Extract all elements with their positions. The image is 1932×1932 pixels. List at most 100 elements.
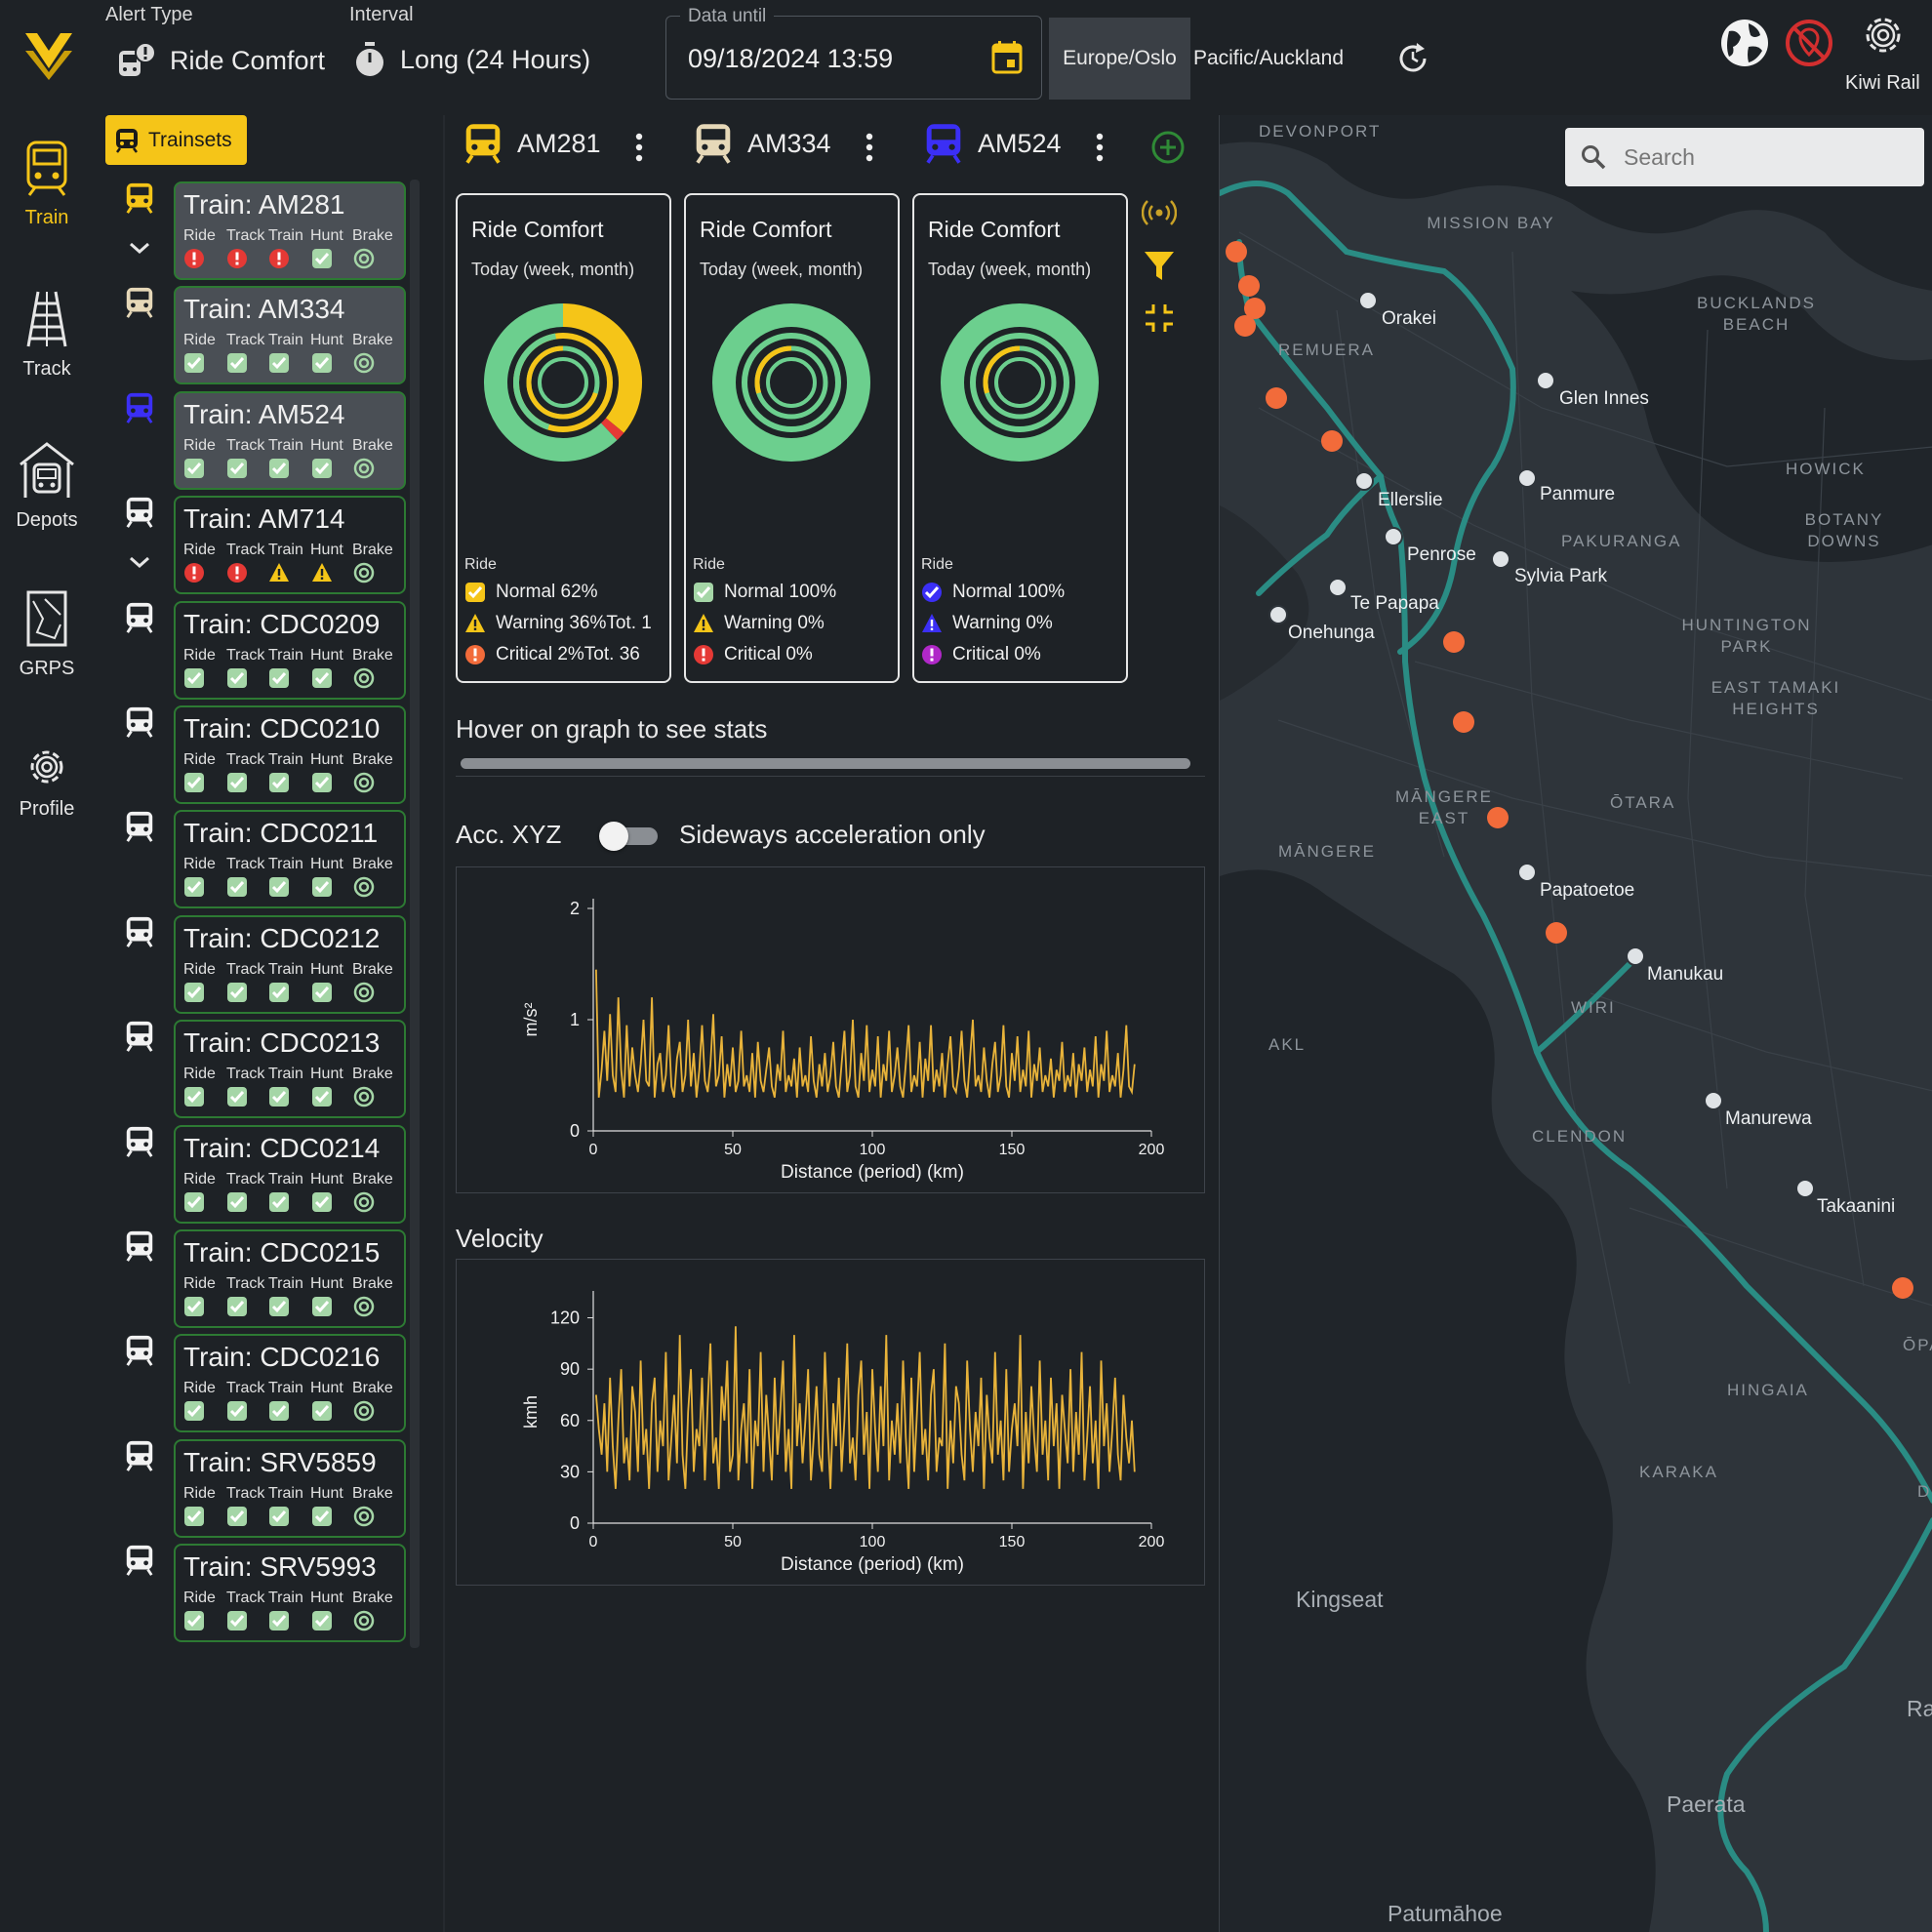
more-options-icon[interactable] [1096,133,1104,162]
location-off-icon[interactable] [1784,18,1834,68]
trainset-name: Train: CDC0215 [183,1237,381,1268]
timezone-auckland-label: Pacific/Auckland [1192,47,1345,69]
add-train-icon[interactable] [1151,131,1185,164]
train-tab-label: AM281 [517,128,601,158]
trainset-card[interactable]: Train: AM281 Ride Track Train Hunt Brake [174,181,406,280]
sideways-acceleration-toggle[interactable] [599,822,660,851]
trainset-column-label: Ride [183,1066,216,1083]
ride-comfort-card[interactable]: Ride Comfort Today (week, month) Ride Norma… [912,193,1128,683]
train-icon [26,141,67,196]
chevron-down-icon[interactable] [127,238,152,258]
nav-grps-label: GRPS [19,658,75,679]
app-logo-icon [25,33,72,80]
filter-icon[interactable] [1142,248,1177,283]
settings-gear-icon[interactable] [1862,14,1905,57]
velocity-chart[interactable]: 0 30 60 90 120 0 50 100 150 200 Distance (period) … [456,1259,1205,1586]
trainset-card[interactable]: Train: AM334 Ride Track Train Hunt Brake [174,286,406,385]
trainset-list-scrollbar[interactable] [410,180,420,1648]
trainset-column-label: Brake [352,1275,393,1292]
alert-type-select[interactable]: Ride Comfort [117,41,325,80]
acceleration-chart[interactable]: 0 1 2 0 50 100 150 200 Distance (period) (km) m/s… [456,866,1205,1193]
trainset-column-label: Ride [183,542,216,559]
trainsets-filter-chip[interactable]: Trainsets [105,115,247,165]
legend-critical: Critical 2%Tot. 36 [464,644,667,665]
trainset-card[interactable]: Train: SRV5993 Ride Track Train Hunt Brake [174,1544,406,1643]
calendar-icon[interactable] [990,40,1024,75]
trainset-card[interactable]: Train: CDC0211 Ride Track Train Hunt Brake [174,810,406,909]
trainset-card[interactable]: Train: CDC0212 Ride Track Train Hunt Brake [174,914,406,1014]
trainset-column-label: Ride [183,960,216,978]
trainset-column-label: Hunt [310,856,343,873]
map-place-label: Patumāhoe [1388,1901,1503,1926]
trainset-card[interactable]: Train: AM714 Ride Track Train Hunt Brake [174,496,406,595]
brake-target-icon [353,982,396,1008]
status-ok-icon [226,1400,269,1427]
trainset-card[interactable]: Train: SRV5859 Ride Track Train Hunt Brake [174,1438,406,1538]
status-ok-icon [226,1191,269,1218]
legend-critical-text: Critical 0% [952,644,1041,664]
ride-comfort-donut[interactable] [483,302,644,463]
vel-y-tick-label: 120 [550,1308,580,1328]
trainset-column-label: Train [268,1170,303,1187]
legend-warning-icon [465,614,485,632]
trainset-name: Train: CDC0210 [183,713,381,744]
trainset-columns: Ride Track Train Hunt Brake [183,542,394,559]
status-ok-icon [226,458,269,484]
nav-depots[interactable]: Depots [0,441,94,532]
ride-comfort-card[interactable]: Ride Comfort Today (week, month) Ride Norma… [684,193,900,683]
status-ok-icon [268,1191,311,1218]
status-ok-icon [183,982,226,1008]
signal-icon[interactable] [1142,195,1177,230]
trainset-card[interactable]: Train: AM524 Ride Track Train Hunt Brake [174,390,406,490]
trainset-status-icons [183,1191,396,1218]
status-ok-icon [226,352,269,379]
globe-icon[interactable] [1719,18,1770,68]
legend-normal-text: Normal 100% [952,582,1066,602]
more-options-icon[interactable] [635,133,643,162]
timezone-europe-oslo[interactable]: Europe/Oslo [1049,18,1190,100]
nav-profile[interactable]: Profile [0,745,94,821]
trainset-card[interactable]: Train: CDC0210 Ride Track Train Hunt Brake [174,705,406,804]
chevron-down-icon[interactable] [127,552,152,572]
status-ok-icon [183,772,226,798]
status-ok-icon [268,1506,311,1532]
status-ok-icon [226,1610,269,1636]
interval-select[interactable]: Long (24 Hours) [353,41,590,78]
train-tab[interactable]: AM524 [923,121,1062,166]
data-until-field[interactable]: Data until 09/18/2024 13:59 [665,6,1042,100]
ride-comfort-donut[interactable] [711,302,872,463]
status-ok-icon [311,876,354,903]
status-warning-icon [268,562,311,588]
train-tab[interactable]: AM334 [693,121,831,166]
trainset-status-icons [183,1610,396,1636]
collapse-icon[interactable] [1142,301,1177,336]
trainset-column-label: Brake [352,332,393,349]
hover-hint: Hover on graph to see stats [456,714,768,744]
trainset-card[interactable]: Train: CDC0214 Ride Track Train Hunt Brake [174,1124,406,1224]
ride-comfort-donut[interactable] [940,302,1101,463]
vel-x-tick-label: 0 [589,1534,598,1550]
trainset-card[interactable]: Train: CDC0213 Ride Track Train Hunt Brake [174,1020,406,1119]
nav-track[interactable]: Track [0,290,94,381]
more-options-icon[interactable] [865,133,873,162]
train-tab-label: AM524 [978,128,1062,158]
trainset-card[interactable]: Train: CDC0209 Ride Track Train Hunt Brake [174,600,406,700]
timezone-pacific-auckland[interactable]: Pacific/Auckland [1190,18,1347,100]
map-search-bar[interactable] [1565,128,1924,186]
trainset-column-label: Train [268,1484,303,1502]
nav-train[interactable]: Train [0,139,94,229]
nav-grps[interactable]: GRPS [0,589,94,680]
trainset-column-label: Hunt [310,332,343,349]
map-search-input[interactable] [1624,143,1897,171]
ride-comfort-card[interactable]: Ride Comfort Today (week, month) Ride Norma… [456,193,671,683]
trainset-column-label: Ride [183,1380,216,1397]
train-tab[interactable]: AM281 [463,121,601,166]
trainset-card[interactable]: Train: CDC0215 Ride Track Train Hunt Brake [174,1229,406,1328]
trainset-column-label: Train [268,960,303,978]
distance-range-slider[interactable] [461,758,1190,769]
grps-icon [26,590,67,647]
trainset-card[interactable]: Train: CDC0216 Ride Track Train Hunt Brake [174,1334,406,1433]
refresh-icon[interactable] [1395,41,1430,76]
map-view[interactable]: DEVONPORT MISSION BAY BUCKLANDS BEACH REMUE… [1219,115,1932,1932]
trainset-column-label: Brake [352,856,393,873]
